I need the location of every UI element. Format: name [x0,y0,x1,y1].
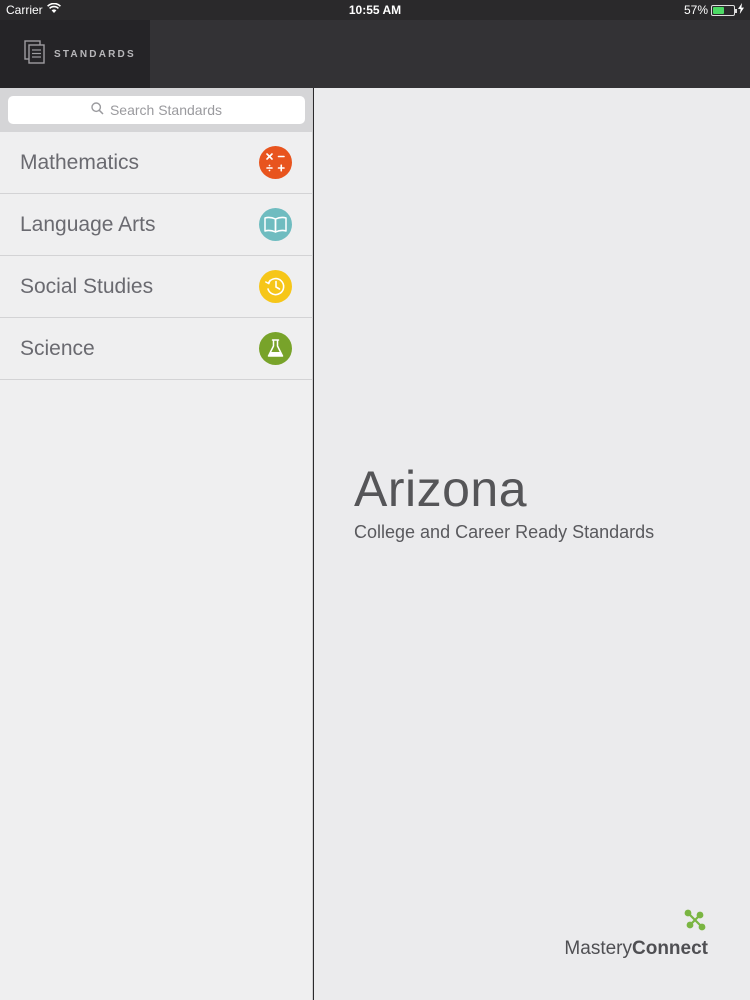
subject-label: Social Studies [20,274,154,298]
subject-sidebar: Search Standards Mathematics Language Ar… [0,88,313,1000]
subject-label: Mathematics [20,150,140,174]
document-stack-icon [24,39,46,69]
battery-icon [711,4,737,16]
subject-item-social-studies[interactable]: Social Studies [0,256,312,318]
subject-item-language-arts[interactable]: Language Arts [0,194,312,256]
clock: 10:55 AM [348,3,402,17]
subject-label: Language Arts [20,212,156,236]
standards-tab[interactable]: STANDARDS [0,20,150,88]
logo-mark-icon [682,907,708,938]
main-content: Arizona College and Career Ready Standar… [314,88,750,1000]
battery-percent: 57% [683,3,708,17]
subject-label: Science [20,336,95,360]
flask-icon [259,332,292,365]
open-book-icon [259,208,292,241]
subject-item-science[interactable]: Science [0,318,312,380]
top-nav-bar: STANDARDS [0,20,750,88]
subject-item-mathematics[interactable]: Mathematics [0,132,312,194]
math-operators-icon [259,146,292,179]
battery-fill [713,6,725,14]
standards-tab-label: STANDARDS [54,48,136,60]
search-icon [91,102,104,118]
battery-status: 57% [684,3,744,17]
logo-wordmark: MasteryConnect [564,938,708,960]
logo-text-bold: Connect [632,938,708,959]
status-bar: Carrier 10:55 AM 57% [0,0,750,20]
search-bar-container: Search Standards [0,88,312,132]
logo-text-light: Mastery [564,938,632,959]
masteryconnect-logo: MasteryConnect [564,907,708,960]
clock-history-icon [259,270,292,303]
state-title: Arizona [354,461,528,517]
search-placeholder: Search Standards [109,102,223,118]
search-input[interactable]: Search Standards [8,96,305,124]
standards-subtitle: College and Career Ready Standards [354,522,655,542]
charging-bolt-icon [738,3,744,17]
